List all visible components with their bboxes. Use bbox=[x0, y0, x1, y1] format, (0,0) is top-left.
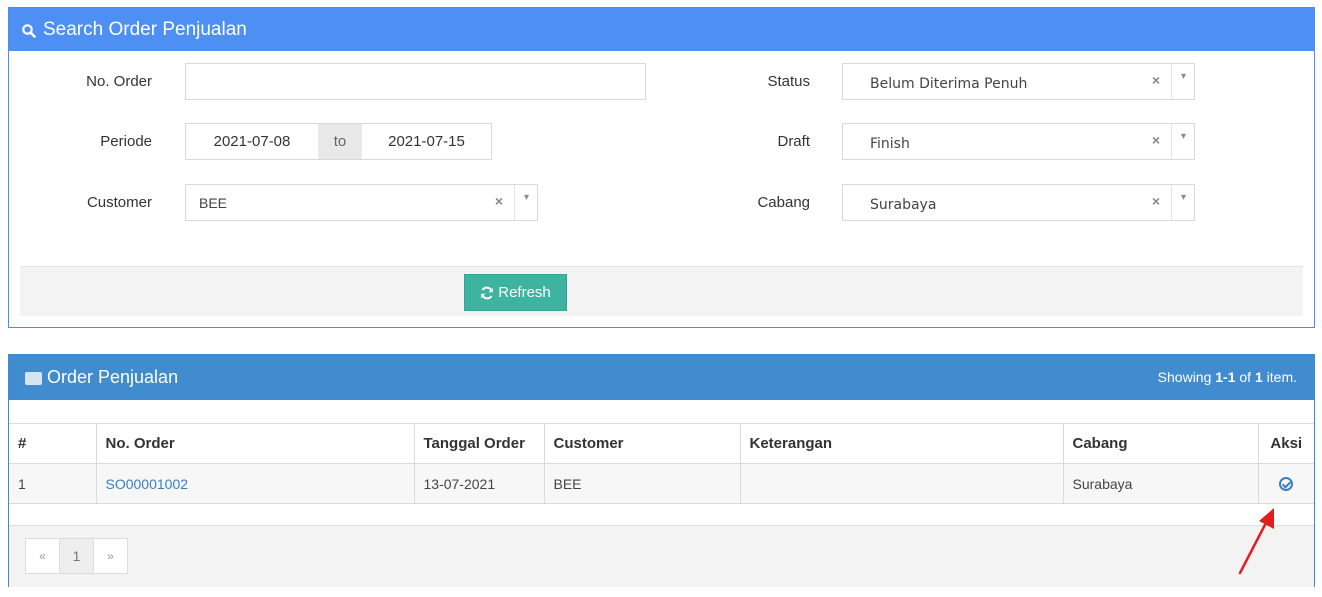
cabang-select-separator bbox=[1171, 185, 1172, 220]
search-panel-header: Search Order Penjualan bbox=[9, 8, 1314, 51]
column-header-customer[interactable]: Customer bbox=[543, 423, 741, 464]
grid-summary: Showing 1-1 of 1 item. bbox=[1158, 369, 1297, 385]
column-header-no-order[interactable]: No. Order bbox=[95, 423, 415, 464]
check-circle-icon[interactable] bbox=[1279, 477, 1294, 491]
cabang-select-value: Surabaya bbox=[870, 197, 937, 213]
search-panel: Search Order Penjualan No. Order Periode… bbox=[8, 7, 1315, 328]
pagination: « 1 » bbox=[25, 538, 128, 574]
periode-to-label: to bbox=[318, 124, 362, 159]
status-select-value: Belum Diterima Penuh bbox=[870, 76, 1028, 92]
pagination-next[interactable]: » bbox=[93, 538, 128, 574]
table-header-row: # No. Order Tanggal Order Customer Keter… bbox=[9, 423, 1314, 464]
periode-range: 2021-07-08 to 2021-07-15 bbox=[185, 123, 492, 160]
customer-clear-icon[interactable]: × bbox=[495, 193, 503, 209]
column-header-number[interactable]: # bbox=[9, 423, 97, 464]
draft-chevron-down-icon[interactable]: ▾ bbox=[1181, 131, 1186, 142]
draft-select-separator bbox=[1171, 124, 1172, 159]
cabang-select[interactable]: Surabaya × ▾ bbox=[842, 184, 1195, 221]
customer-select-separator bbox=[514, 185, 515, 220]
draft-clear-icon[interactable]: × bbox=[1152, 132, 1160, 148]
draft-select-value: Finish bbox=[870, 136, 910, 152]
customer-chevron-down-icon[interactable]: ▾ bbox=[524, 192, 529, 203]
search-icon bbox=[22, 23, 36, 38]
column-header-tanggal-order[interactable]: Tanggal Order bbox=[413, 423, 545, 464]
cell-tanggal-order: 13-07-2021 bbox=[413, 463, 545, 504]
refresh-icon bbox=[481, 286, 494, 299]
order-link[interactable]: SO00001002 bbox=[106, 476, 189, 492]
cell-cabang: Surabaya bbox=[1062, 463, 1259, 504]
cell-aksi bbox=[1257, 463, 1314, 504]
summary-prefix: Showing bbox=[1157, 369, 1216, 385]
refresh-button-label: Refresh bbox=[498, 284, 551, 301]
order-table: # No. Order Tanggal Order Customer Keter… bbox=[9, 423, 1314, 504]
grid-footer: « 1 » bbox=[9, 525, 1314, 587]
periode-label: Periode bbox=[100, 133, 152, 150]
periode-from-input[interactable]: 2021-07-08 bbox=[186, 124, 318, 159]
briefcase-icon bbox=[25, 372, 42, 385]
customer-select-value: BEE bbox=[199, 195, 228, 211]
search-panel-title: Search Order Penjualan bbox=[43, 18, 247, 40]
search-footer: Refresh bbox=[20, 266, 1303, 316]
summary-of: of bbox=[1235, 369, 1255, 385]
column-header-aksi: Aksi bbox=[1257, 423, 1314, 464]
cabang-clear-icon[interactable]: × bbox=[1152, 193, 1160, 209]
cabang-label: Cabang bbox=[757, 194, 810, 211]
order-grid-title: Order Penjualan bbox=[47, 367, 179, 387]
order-grid-header: Order Penjualan Showing 1-1 of 1 item. bbox=[9, 355, 1314, 400]
no-order-label: No. Order bbox=[86, 73, 152, 90]
customer-select[interactable]: BEE × ▾ bbox=[185, 184, 538, 221]
customer-label: Customer bbox=[86, 194, 152, 211]
order-grid-panel: Order Penjualan Showing 1-1 of 1 item. #… bbox=[8, 354, 1315, 587]
column-header-keterangan[interactable]: Keterangan bbox=[739, 423, 1064, 464]
annotation-arrow-icon bbox=[1238, 508, 1274, 575]
draft-label: Draft bbox=[777, 133, 810, 150]
cell-number: 1 bbox=[9, 463, 97, 504]
table-row: 1 SO00001002 13-07-2021 BEE Surabaya bbox=[9, 463, 1314, 504]
status-chevron-down-icon[interactable]: ▾ bbox=[1181, 71, 1186, 82]
periode-to-input[interactable]: 2021-07-15 bbox=[362, 124, 491, 159]
summary-suffix: item. bbox=[1262, 369, 1297, 385]
draft-select[interactable]: Finish × ▾ bbox=[842, 123, 1195, 160]
cell-no-order: SO00001002 bbox=[95, 463, 415, 504]
status-select[interactable]: Belum Diterima Penuh × ▾ bbox=[842, 63, 1195, 100]
cell-keterangan bbox=[739, 463, 1064, 504]
summary-total: 1 bbox=[1254, 369, 1263, 385]
cabang-chevron-down-icon[interactable]: ▾ bbox=[1181, 192, 1186, 203]
column-header-cabang[interactable]: Cabang bbox=[1062, 423, 1259, 464]
no-order-input[interactable] bbox=[185, 63, 646, 100]
status-select-separator bbox=[1171, 64, 1172, 99]
status-clear-icon[interactable]: × bbox=[1152, 72, 1160, 88]
pagination-page-1[interactable]: 1 bbox=[59, 538, 94, 574]
status-label: Status bbox=[767, 73, 810, 90]
refresh-button[interactable]: Refresh bbox=[464, 274, 567, 311]
pagination-prev[interactable]: « bbox=[25, 538, 60, 574]
summary-range: 1-1 bbox=[1215, 369, 1236, 385]
cell-customer: BEE bbox=[543, 463, 741, 504]
